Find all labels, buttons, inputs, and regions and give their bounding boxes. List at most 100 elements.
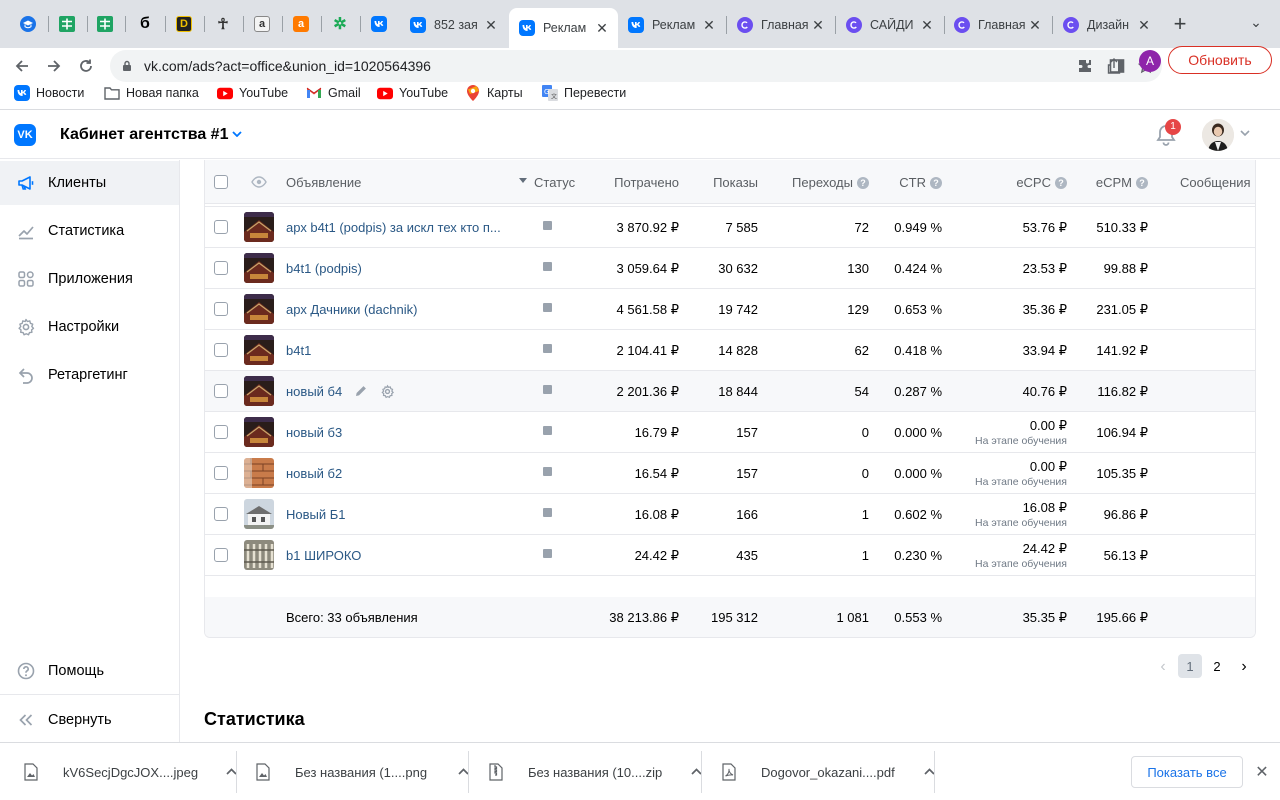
pinned-tab[interactable]: ☥ bbox=[209, 10, 237, 38]
row-checkbox[interactable] bbox=[214, 384, 228, 398]
table-row[interactable]: b4t1 (podpis) 3 059.64 ₽ 30 632 130 0.424 % 2… bbox=[205, 248, 1255, 289]
ad-name-link[interactable]: новый б4 bbox=[286, 384, 342, 399]
help-circle-icon[interactable]: ? bbox=[1136, 177, 1148, 189]
table-row[interactable]: арх b4t1 (podpis) за искл тех кто п... 3 … bbox=[205, 207, 1255, 248]
download-item[interactable]: Dogovor_okazani....pdf bbox=[722, 743, 939, 800]
help-circle-icon[interactable]: ? bbox=[1055, 177, 1067, 189]
reload-button[interactable] bbox=[72, 52, 100, 80]
close-tab-button[interactable]: ✕ bbox=[919, 17, 935, 34]
profile-avatar-button[interactable]: A bbox=[1139, 50, 1161, 72]
close-tab-button[interactable]: ✕ bbox=[1027, 17, 1043, 34]
chevron-down-icon[interactable] bbox=[232, 128, 242, 140]
row-checkbox[interactable] bbox=[214, 220, 228, 234]
browser-tab[interactable]: Главная ✕ bbox=[727, 8, 834, 42]
col-ecpc[interactable]: eCPC? bbox=[1016, 175, 1067, 190]
bookmark-item[interactable]: Gmail bbox=[306, 83, 361, 103]
browser-tab[interactable]: 852 зая ✕ bbox=[400, 8, 507, 42]
bookmark-item[interactable]: YouTube bbox=[377, 83, 448, 103]
new-tab-button[interactable]: + bbox=[1168, 12, 1192, 36]
close-tab-button[interactable]: ✕ bbox=[701, 17, 717, 34]
pinned-tab[interactable] bbox=[365, 10, 393, 38]
browser-tab[interactable]: Дизайн ✕ bbox=[1053, 8, 1160, 42]
table-row[interactable]: новый б2 16.54 ₽ 157 0 0.000 % 0.00 ₽ На этапе… bbox=[205, 453, 1255, 494]
bookmark-item[interactable]: YouTube bbox=[217, 83, 288, 103]
col-messages[interactable]: Сообщения bbox=[1180, 175, 1251, 190]
browser-tab[interactable]: Реклам ✕ bbox=[509, 8, 618, 48]
pinned-tab[interactable] bbox=[53, 10, 81, 38]
help-circle-icon[interactable]: ? bbox=[930, 177, 942, 189]
col-status[interactable]: Статус bbox=[534, 175, 575, 190]
col-ecpm[interactable]: eCPM? bbox=[1096, 175, 1148, 190]
sidebar-bottom-item[interactable]: Помощь bbox=[0, 649, 179, 693]
row-checkbox[interactable] bbox=[214, 302, 228, 316]
row-checkbox[interactable] bbox=[214, 343, 228, 357]
ad-name-link[interactable]: b4t1 bbox=[286, 343, 311, 358]
pagination-next-button[interactable]: › bbox=[1234, 655, 1254, 679]
ad-name-link[interactable]: b1 ШИРОКО bbox=[286, 548, 361, 563]
pinned-tab[interactable]: б bbox=[131, 10, 159, 38]
close-tab-button[interactable]: ✕ bbox=[810, 17, 826, 34]
user-avatar[interactable] bbox=[1202, 119, 1234, 151]
sidebar-bottom-item[interactable]: Свернуть bbox=[0, 698, 179, 742]
vk-logo-icon[interactable]: VK bbox=[14, 124, 36, 146]
browser-tab[interactable]: Главная ✕ bbox=[944, 8, 1051, 42]
ad-name-link[interactable]: новый б2 bbox=[286, 466, 342, 481]
pinned-tab[interactable] bbox=[14, 10, 42, 38]
col-spent[interactable]: Потрачено bbox=[614, 175, 679, 190]
col-impressions[interactable]: Показы bbox=[713, 175, 758, 190]
side-panel-icon[interactable] bbox=[1103, 52, 1131, 80]
extensions-icon[interactable] bbox=[1071, 52, 1099, 80]
download-item[interactable]: Без названия (10....zip bbox=[489, 743, 706, 800]
bookmark-item[interactable]: Новая папка bbox=[104, 83, 199, 103]
browser-tab[interactable]: Реклам ✕ bbox=[618, 8, 725, 42]
sidebar-item[interactable]: Настройки bbox=[0, 305, 179, 349]
close-tab-button[interactable]: ✕ bbox=[1136, 17, 1152, 34]
chevron-up-icon[interactable] bbox=[221, 766, 241, 778]
ad-name-link[interactable]: новый б3 bbox=[286, 425, 342, 440]
cabinet-title[interactable]: Кабинет агентства #1 bbox=[60, 126, 228, 144]
chevron-up-icon[interactable] bbox=[453, 766, 473, 778]
bookmark-item[interactable]: G 文 Перевести bbox=[542, 83, 626, 103]
table-row[interactable]: Новый Б1 16.08 ₽ 166 1 0.602 % 16.08 ₽ На этап… bbox=[205, 494, 1255, 535]
row-checkbox[interactable] bbox=[214, 507, 228, 521]
help-circle-icon[interactable]: ? bbox=[857, 177, 869, 189]
ad-name-link[interactable]: арх b4t1 (podpis) за искл тех кто п... bbox=[286, 220, 501, 235]
col-ctr[interactable]: CTR? bbox=[899, 175, 942, 190]
download-item[interactable]: kV6SecjDgcJOX....jpeg bbox=[24, 743, 241, 800]
table-row[interactable]: новый б4 2 201.36 ₽ 18 844 54 0.287 % 40.76 ₽… bbox=[205, 371, 1255, 412]
row-checkbox[interactable] bbox=[214, 466, 228, 480]
row-checkbox[interactable] bbox=[214, 425, 228, 439]
pinned-tab[interactable]: a bbox=[248, 10, 276, 38]
pinned-tab[interactable]: a bbox=[287, 10, 315, 38]
ad-name-link[interactable]: арх Дачники (dachnik) bbox=[286, 302, 417, 317]
forward-button[interactable] bbox=[40, 52, 68, 80]
ad-name-link[interactable]: Новый Б1 bbox=[286, 507, 346, 522]
back-button[interactable] bbox=[8, 52, 36, 80]
select-all-checkbox[interactable] bbox=[214, 175, 228, 189]
pagination-page[interactable]: 1 bbox=[1178, 654, 1202, 678]
pencil-icon[interactable] bbox=[353, 383, 369, 399]
pagination-prev-button[interactable]: ‹ bbox=[1153, 655, 1173, 679]
pinned-tab[interactable]: ✲ bbox=[326, 10, 354, 38]
sidebar-item[interactable]: Приложения bbox=[0, 257, 179, 301]
show-all-downloads-button[interactable]: Показать все bbox=[1131, 756, 1243, 788]
browser-tab[interactable]: САЙДИ ✕ bbox=[836, 8, 943, 42]
close-tab-button[interactable]: ✕ bbox=[594, 20, 610, 37]
sidebar-item[interactable]: Статистика bbox=[0, 209, 179, 253]
download-item[interactable]: Без названия (1....png bbox=[256, 743, 473, 800]
sort-desc-icon[interactable] bbox=[519, 178, 527, 183]
table-row[interactable]: арх Дачники (dachnik) 4 561.58 ₽ 19 742 129… bbox=[205, 289, 1255, 330]
eye-icon[interactable] bbox=[251, 176, 267, 188]
sidebar-item[interactable]: Клиенты bbox=[0, 161, 179, 205]
pagination-page[interactable]: 2 bbox=[1205, 654, 1229, 678]
pinned-tab[interactable]: D bbox=[170, 10, 198, 38]
gear-icon[interactable] bbox=[379, 383, 395, 399]
update-browser-button[interactable]: Обновить bbox=[1168, 46, 1272, 74]
address-bar[interactable]: vk.com/ads?act=office&union_id=102056439… bbox=[110, 50, 1162, 82]
ad-name-link[interactable]: b4t1 (podpis) bbox=[286, 261, 362, 276]
chevron-down-icon[interactable] bbox=[1240, 127, 1250, 139]
table-row[interactable]: b4t1 2 104.41 ₽ 14 828 62 0.418 % 33.94 ₽ 141.… bbox=[205, 330, 1255, 371]
sidebar-item[interactable]: Ретаргетинг bbox=[0, 353, 179, 397]
chevron-up-icon[interactable] bbox=[686, 766, 706, 778]
chevron-up-icon[interactable] bbox=[919, 766, 939, 778]
